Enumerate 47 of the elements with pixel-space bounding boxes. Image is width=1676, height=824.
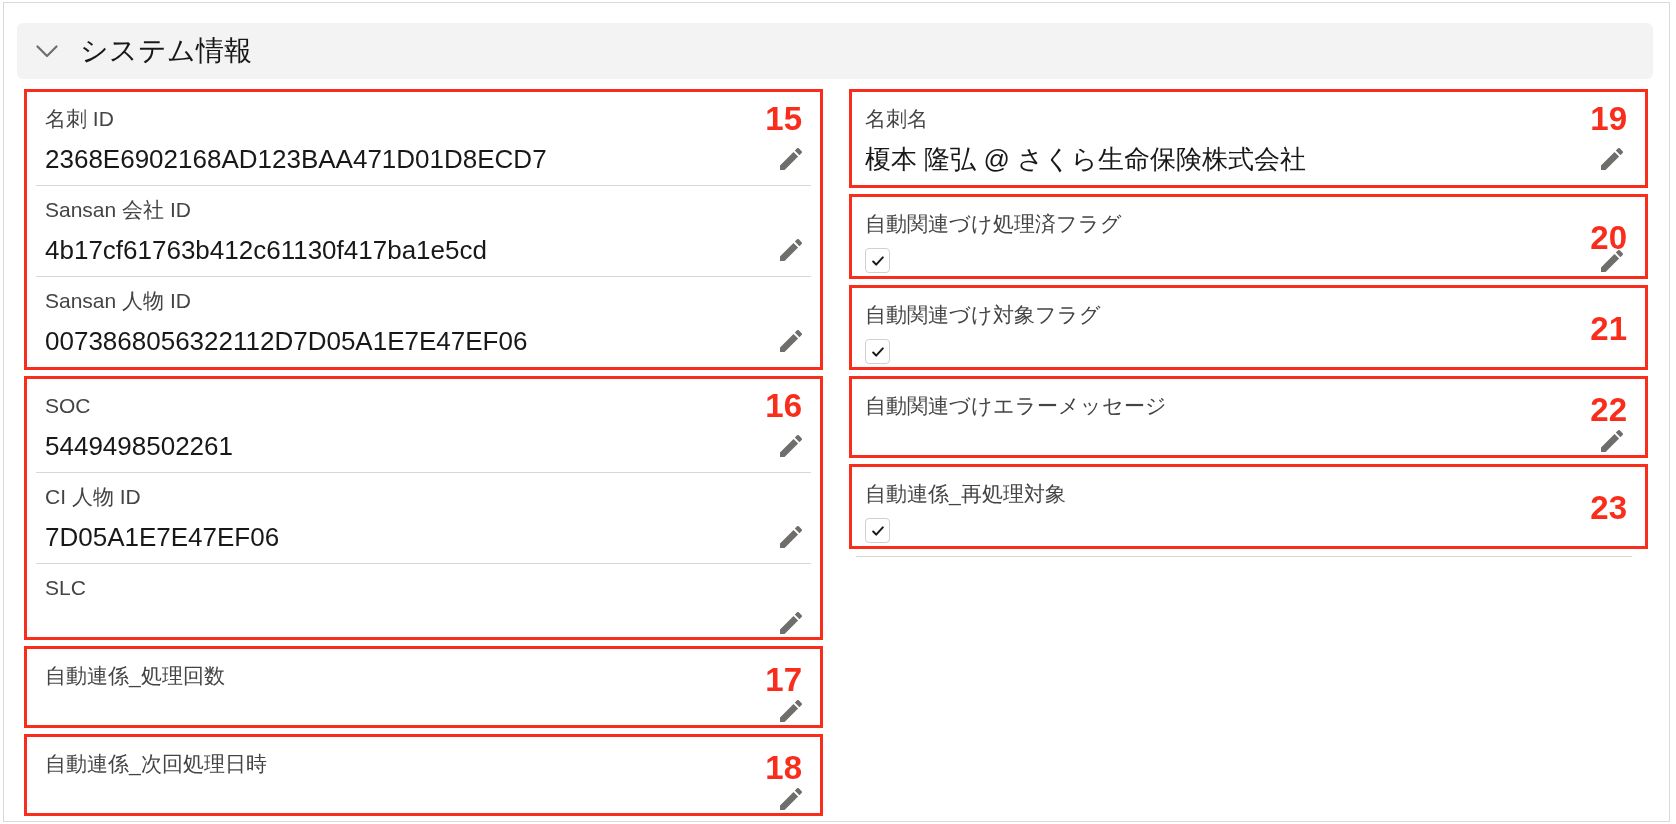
field-value: 4b17cf61763b412c61130f417ba1e5cd <box>45 234 487 266</box>
checkmark-icon <box>871 525 884 536</box>
pencil-icon[interactable] <box>780 700 802 722</box>
pencil-icon[interactable] <box>780 148 802 170</box>
field-label: 自動関連づけ処理済フラグ <box>865 211 1122 237</box>
field-label: SLC <box>45 575 86 601</box>
field-label: Sansan 人物 ID <box>45 288 191 314</box>
field-value: 5449498502261 <box>45 430 233 462</box>
field-label: 名刺 ID <box>45 106 114 132</box>
section-header[interactable]: システム情報 <box>17 23 1653 79</box>
checkbox[interactable] <box>865 248 890 273</box>
annotation-number: 19 <box>1590 102 1627 135</box>
annotation-number: 21 <box>1590 312 1627 345</box>
annotation-number: 15 <box>765 102 802 135</box>
field-label: 自動連係_次回処理日時 <box>45 751 267 777</box>
annotation-number: 18 <box>765 751 802 784</box>
chevron-down-icon[interactable] <box>36 44 58 58</box>
pencil-icon[interactable] <box>780 612 802 634</box>
field-value: 0073868056322112D7D05A1E7E47EF06 <box>45 325 528 357</box>
pencil-icon[interactable] <box>1601 148 1623 170</box>
annotation-number: 16 <box>765 389 802 422</box>
pencil-icon[interactable] <box>780 788 802 810</box>
pencil-icon[interactable] <box>1601 249 1623 272</box>
field-label: 自動関連づけエラーメッセージ <box>865 393 1167 419</box>
field-label: 自動関連づけ対象フラグ <box>865 302 1101 328</box>
pencil-icon[interactable] <box>780 526 802 548</box>
checkbox[interactable] <box>865 518 890 543</box>
pencil-icon[interactable] <box>780 330 802 352</box>
field-value: 7D05A1E7E47EF06 <box>45 521 280 553</box>
field-label: SOC <box>45 393 91 419</box>
annotation-number: 17 <box>765 663 802 696</box>
annotation-number: 23 <box>1590 491 1627 524</box>
field-label: CI 人物 ID <box>45 484 141 510</box>
checkbox[interactable] <box>865 339 890 364</box>
annotation-number: 20 <box>1590 221 1627 254</box>
pencil-icon[interactable] <box>780 435 802 457</box>
field-value: 2368E6902168AD123BAA471D01D8ECD7 <box>45 143 547 175</box>
checkmark-icon <box>871 255 884 266</box>
pencil-icon[interactable] <box>780 239 802 261</box>
field-label: 自動連係_処理回数 <box>45 663 225 689</box>
field-label: Sansan 会社 ID <box>45 197 191 223</box>
annotation-number: 22 <box>1590 393 1627 426</box>
field-value: 榎本 隆弘 @ さくら生命保険株式会社 <box>865 143 1307 175</box>
field-label: 自動連係_再処理対象 <box>865 481 1066 507</box>
field-label: 名刺名 <box>865 106 928 132</box>
checkmark-icon <box>871 346 884 357</box>
pencil-icon[interactable] <box>1601 430 1623 452</box>
